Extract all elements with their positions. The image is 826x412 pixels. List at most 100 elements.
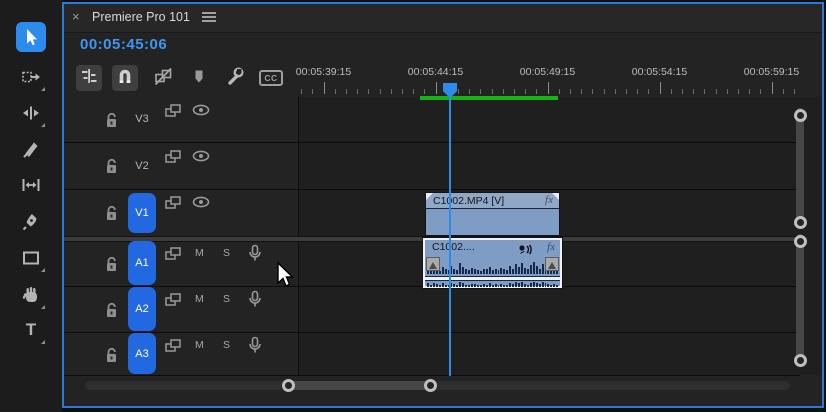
- audio-waveform: [427, 256, 558, 274]
- track-row-v3: V3: [64, 97, 800, 143]
- track-row-a2: A2 M S: [64, 286, 800, 333]
- sync-lock-icon[interactable]: [164, 149, 182, 169]
- lock-icon[interactable]: [104, 255, 121, 278]
- zoom-handle-left[interactable]: [281, 379, 295, 392]
- video-clip-name: C1002.MP4 [V]: [433, 195, 505, 207]
- ruler-timecode-label: 00:05:59:15: [743, 66, 800, 78]
- voiceover-mic-icon[interactable]: [248, 244, 262, 267]
- captions-cc-icon: CC: [259, 70, 283, 86]
- tools-panel: T: [0, 0, 62, 412]
- timeline-panel: × Premiere Pro 101 00:05:45:06 CC 00:05:…: [62, 2, 824, 408]
- close-icon[interactable]: ×: [72, 9, 80, 24]
- slip-icon: [20, 174, 42, 196]
- keyframe-handle-left[interactable]: [426, 257, 440, 271]
- panel-tab-title[interactable]: Premiere Pro 101: [92, 10, 190, 24]
- sync-lock-icon[interactable]: [164, 338, 182, 358]
- linked-selection-icon: [153, 66, 173, 91]
- ripple-edit-tool-button[interactable]: [16, 98, 46, 128]
- fade-handle-icon[interactable]: [426, 193, 433, 200]
- sync-lock-icon[interactable]: [164, 195, 182, 215]
- rectangle-tool-button[interactable]: [16, 243, 46, 273]
- sync-lock-icon[interactable]: [164, 246, 182, 266]
- mute-button[interactable]: M: [195, 293, 204, 305]
- lock-icon[interactable]: [104, 157, 121, 180]
- solo-button[interactable]: S: [223, 339, 230, 351]
- mouse-cursor: [277, 262, 294, 287]
- rectangle-icon: [20, 247, 42, 269]
- selection-arrow-icon: [20, 26, 42, 48]
- panel-menu-icon[interactable]: [202, 12, 216, 24]
- captions-button[interactable]: CC: [258, 65, 284, 91]
- slip-tool-button[interactable]: [16, 170, 46, 200]
- keyframe-handle-right[interactable]: [545, 257, 559, 271]
- snap-button[interactable]: [112, 65, 138, 91]
- track-row-v2: V2: [64, 143, 800, 190]
- video-zoom-handle-bottom[interactable]: [793, 215, 807, 229]
- audio-clip[interactable]: C1002.... fx: [422, 237, 563, 289]
- sync-lock-icon[interactable]: [164, 103, 182, 123]
- nest-toggle-button[interactable]: [76, 65, 102, 91]
- video-clip-title-bar: C1002.MP4 [V] fx: [426, 193, 559, 209]
- lock-icon[interactable]: [104, 301, 121, 324]
- snap-magnet-icon: [115, 66, 135, 91]
- video-clip[interactable]: C1002.MP4 [V] fx: [425, 192, 560, 236]
- solo-button[interactable]: S: [223, 247, 230, 259]
- type-icon: T: [25, 320, 37, 339]
- ruler-timecode-label: 00:05:39:15: [295, 66, 352, 78]
- panel-tab-bar: × Premiere Pro 101: [64, 4, 822, 33]
- render-bar-green: [420, 96, 558, 100]
- solo-button[interactable]: S: [223, 293, 230, 305]
- track-target-badge-a1[interactable]: A1: [128, 241, 156, 285]
- timeline-ruler[interactable]: 00:05:39:15 00:05:44:15 00:05:49:15 00:0…: [295, 62, 800, 95]
- audio-zoom-handle-bottom[interactable]: [793, 353, 807, 367]
- zoom-handle-right[interactable]: [423, 379, 437, 392]
- track-select-forward-tool-button[interactable]: [16, 62, 46, 92]
- lock-icon[interactable]: [104, 204, 121, 227]
- linked-selection-button[interactable]: [150, 65, 176, 91]
- fade-handle-icon[interactable]: [552, 193, 559, 200]
- track-target-badge-v1[interactable]: V1: [128, 193, 156, 233]
- video-tracks-scrollbar[interactable]: [796, 108, 804, 226]
- horizontal-scrollbar-track[interactable]: [85, 381, 790, 390]
- audio-tracks-scrollbar[interactable]: [796, 234, 804, 366]
- timeline-display-settings-button[interactable]: [222, 65, 248, 91]
- hand-icon: [20, 284, 42, 306]
- track-target-badge-a3[interactable]: A3: [128, 333, 156, 374]
- voiceover-mic-icon[interactable]: [248, 336, 262, 359]
- track-output-eye-icon[interactable]: [192, 103, 210, 122]
- add-marker-button[interactable]: [186, 65, 212, 91]
- horizontal-scrollbar-thumb[interactable]: [288, 381, 430, 390]
- voiceover-mic-icon[interactable]: [248, 290, 262, 313]
- ruler-timecode-label: 00:05:54:15: [631, 66, 688, 78]
- ruler-timecode-label: 00:05:44:15: [407, 66, 464, 78]
- track-name-v3[interactable]: V3: [128, 113, 156, 125]
- track-target-badge-a2[interactable]: A2: [128, 287, 156, 331]
- ruler-timecode-label: 00:05:49:15: [519, 66, 576, 78]
- playhead-line: [449, 90, 451, 376]
- razor-icon: [20, 138, 42, 160]
- track-row-a3: A3 M S: [64, 332, 800, 376]
- track-output-eye-icon[interactable]: [192, 195, 210, 214]
- audio-zoom-handle-top[interactable]: [793, 234, 807, 248]
- hand-tool-button[interactable]: [16, 280, 46, 310]
- type-tool-button[interactable]: T: [16, 315, 46, 345]
- add-marker-icon: [189, 66, 209, 91]
- audio-waveform-channel2: [427, 280, 558, 287]
- video-zoom-handle-top[interactable]: [793, 108, 807, 122]
- current-timecode[interactable]: 00:05:45:06: [80, 36, 167, 53]
- track-output-eye-icon[interactable]: [192, 149, 210, 168]
- ripple-edit-icon: [20, 102, 42, 124]
- wrench-icon: [225, 66, 245, 91]
- mute-button[interactable]: M: [195, 247, 204, 259]
- lock-icon[interactable]: [104, 111, 121, 134]
- fx-badge[interactable]: fx: [547, 241, 555, 253]
- pen-icon: [20, 211, 42, 233]
- mute-button[interactable]: M: [195, 339, 204, 351]
- pen-tool-button[interactable]: [16, 207, 46, 237]
- lock-icon[interactable]: [104, 346, 121, 369]
- track-name-v2[interactable]: V2: [128, 160, 156, 172]
- razor-tool-button[interactable]: [16, 134, 46, 164]
- track-select-forward-icon: [20, 66, 42, 88]
- sync-lock-icon[interactable]: [164, 292, 182, 312]
- selection-tool-button[interactable]: [16, 22, 46, 52]
